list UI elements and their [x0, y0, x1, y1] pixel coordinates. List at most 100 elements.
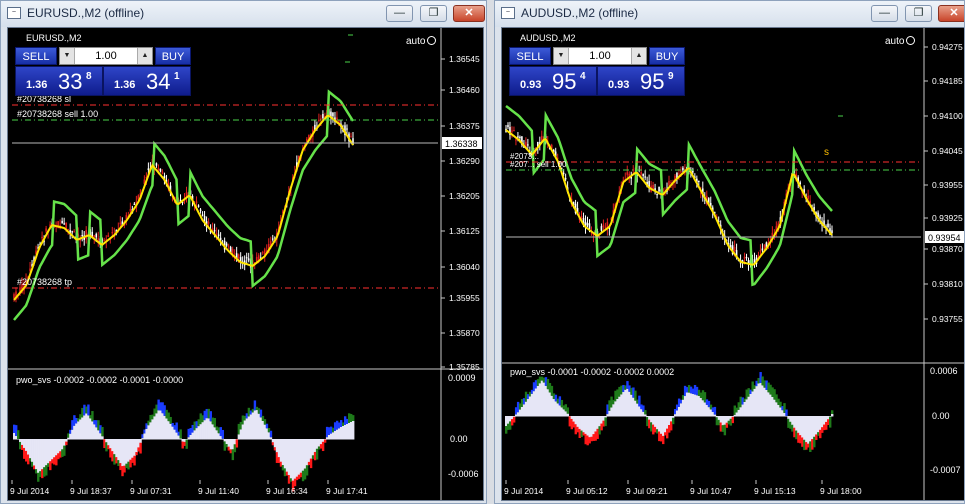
- ask-price-big: 1.36: [114, 79, 136, 91]
- indicator-scale-zero: 0.00: [932, 411, 950, 421]
- ask-price-fraction: 1: [174, 71, 180, 82]
- indicator-label: pwo_svs -0.0001 -0.0002 -0.0002 0.0002: [510, 367, 674, 377]
- lot-size-spinner[interactable]: ▼ 1.00 ▲: [59, 47, 153, 65]
- svg-text:1.36460: 1.36460: [449, 85, 480, 95]
- svg-text:0.94045: 0.94045: [932, 146, 963, 156]
- chart-area[interactable]: EURUSD.,M2 #20738268 sl #20738268 sell 1…: [7, 27, 484, 501]
- bid-price-button[interactable]: 0.93 95 4: [509, 66, 597, 96]
- window-title: EURUSD.,M2 (offline): [27, 6, 145, 20]
- svg-text:1.36125: 1.36125: [449, 226, 480, 236]
- ask-price-fraction: 9: [668, 71, 674, 82]
- indicator-histogram: [13, 399, 355, 492]
- lot-size-value[interactable]: 1.00: [568, 48, 632, 64]
- entry-label: #20738268 sell 1.00: [17, 109, 98, 119]
- svg-text:1.36545: 1.36545: [449, 54, 480, 64]
- minimize-button[interactable]: —: [871, 5, 898, 22]
- bid-price-button[interactable]: 1.36 33 8: [15, 66, 103, 96]
- symbol-label: AUDUSD.,M2: [520, 33, 576, 43]
- bid-price-big: 0.93: [520, 79, 542, 91]
- restore-button[interactable]: ❐: [420, 5, 447, 22]
- svg-text:9 Jul 07:31: 9 Jul 07:31: [130, 486, 172, 496]
- time-axis: 9 Jul 2014 9 Jul 18:37 9 Jul 07:31 9 Jul 11…: [10, 480, 368, 496]
- svg-text:9 Jul 05:12: 9 Jul 05:12: [566, 486, 608, 496]
- svg-text:9 Jul 11:40: 9 Jul 11:40: [198, 486, 239, 496]
- entry-label: #207... sell 1.00: [510, 160, 567, 169]
- restore-button[interactable]: ❐: [905, 5, 932, 22]
- svg-text:0.94100: 0.94100: [932, 111, 963, 121]
- bid-price-fraction: 8: [86, 71, 92, 82]
- bid-price-pips: 33: [58, 69, 83, 94]
- auto-label-text: auto: [406, 36, 426, 47]
- svg-text:1.36290: 1.36290: [449, 156, 480, 166]
- smiley-icon: [427, 36, 437, 45]
- chart-area[interactable]: AUDUSD.,M2 s #2073... #207... sell 1.00 …: [501, 27, 964, 501]
- indicator-scale-zero: 0.00: [450, 434, 468, 444]
- ask-price-pips: 34: [146, 69, 171, 94]
- sell-button[interactable]: SELL: [509, 47, 551, 65]
- take-profit-label: #20738268 tp: [17, 277, 72, 287]
- ask-price-button[interactable]: 1.36 34 1: [103, 66, 191, 96]
- svg-text:1.35785: 1.35785: [449, 362, 480, 372]
- lot-decrease-icon[interactable]: ▼: [60, 48, 75, 64]
- title-bar[interactable]: ~ EURUSD.,M2 (offline) — ❐ ✕: [1, 1, 486, 27]
- svg-text:9 Jul 15:13: 9 Jul 15:13: [754, 486, 796, 496]
- trade-panel: SELL ▼ 1.00 ▲ BUY 1.36 33 8 1.36 34 1: [15, 44, 191, 105]
- lot-decrease-icon[interactable]: ▼: [554, 48, 569, 64]
- buy-button[interactable]: BUY: [155, 47, 191, 65]
- chart-window-eurusd[interactable]: ~ EURUSD.,M2 (offline) — ❐ ✕ EURUSD.,M2 …: [0, 0, 487, 504]
- smiley-icon: [906, 36, 916, 45]
- close-button[interactable]: ✕: [938, 5, 964, 22]
- indicator-scale-top: 0.0006: [930, 366, 958, 376]
- lot-increase-icon[interactable]: ▲: [137, 48, 152, 64]
- lot-size-spinner[interactable]: ▼ 1.00 ▲: [553, 47, 647, 65]
- auto-label-text: auto: [885, 36, 905, 47]
- window-title: AUDUSD.,M2 (offline): [521, 6, 639, 20]
- svg-text:1.36040: 1.36040: [449, 262, 480, 272]
- svg-text:1.36375: 1.36375: [449, 121, 480, 131]
- trade-panel: SELL ▼ 1.00 ▲ BUY 0.93 95 4 0.93 95 9: [509, 44, 685, 105]
- time-axis: 9 Jul 2014 9 Jul 05:12 9 Jul 09:21 9 Jul 10…: [504, 480, 862, 496]
- current-price-label: 0.93954: [928, 233, 961, 243]
- envelope-line: [505, 105, 833, 287]
- sell-button[interactable]: SELL: [15, 47, 57, 65]
- svg-text:9 Jul 18:37: 9 Jul 18:37: [70, 486, 112, 496]
- indicator-scale-bottom: -0.0006: [448, 469, 479, 479]
- symbol-label: EURUSD.,M2: [26, 33, 82, 43]
- svg-text:1.36205: 1.36205: [449, 191, 480, 201]
- svg-text:9 Jul 16:34: 9 Jul 16:34: [266, 486, 308, 496]
- bid-price-pips: 95: [552, 69, 577, 94]
- svg-text:9 Jul 2014: 9 Jul 2014: [504, 486, 543, 496]
- lot-increase-icon[interactable]: ▲: [631, 48, 646, 64]
- svg-text:9 Jul 10:47: 9 Jul 10:47: [690, 486, 732, 496]
- bid-price-fraction: 4: [580, 71, 586, 82]
- ask-price-button[interactable]: 0.93 95 9: [597, 66, 685, 96]
- ask-price-pips: 95: [640, 69, 665, 94]
- sell-signal-marker: s: [824, 147, 829, 158]
- svg-text:0.93870: 0.93870: [932, 244, 963, 254]
- minimize-button[interactable]: —: [386, 5, 413, 22]
- bid-price-big: 1.36: [26, 79, 48, 91]
- svg-text:0.93925: 0.93925: [932, 213, 963, 223]
- indicator-histogram: [505, 372, 834, 453]
- auto-trading-label: auto: [885, 36, 916, 47]
- svg-text:9 Jul 17:41: 9 Jul 17:41: [326, 486, 368, 496]
- chart-window-audusd[interactable]: ~ AUDUSD.,M2 (offline) — ❐ ✕ AUDUSD.,M2 …: [494, 0, 965, 504]
- lot-size-value[interactable]: 1.00: [74, 48, 138, 64]
- chart-window-icon: ~: [501, 7, 515, 19]
- ask-price-big: 0.93: [608, 79, 630, 91]
- auto-trading-label: auto: [406, 36, 437, 47]
- title-bar[interactable]: ~ AUDUSD.,M2 (offline) — ❐ ✕: [495, 1, 964, 27]
- indicator-scale-top: 0.0009: [448, 373, 476, 383]
- svg-text:9 Jul 2014: 9 Jul 2014: [10, 486, 49, 496]
- svg-text:0.93810: 0.93810: [932, 279, 963, 289]
- buy-button[interactable]: BUY: [649, 47, 685, 65]
- svg-text:9 Jul 09:21: 9 Jul 09:21: [626, 486, 668, 496]
- indicator-label: pwo_svs -0.0002 -0.0002 -0.0001 -0.0000: [16, 375, 183, 385]
- price-axis: 1.36545 1.36460 1.36375 1.36290 1.36205 1.361…: [441, 54, 480, 372]
- svg-text:0.94185: 0.94185: [932, 76, 963, 86]
- current-price-label: 1.36338: [445, 139, 478, 149]
- svg-text:9 Jul 18:00: 9 Jul 18:00: [820, 486, 862, 496]
- close-button[interactable]: ✕: [453, 5, 485, 22]
- chart-window-icon: ~: [7, 7, 21, 19]
- candlesticks: [505, 121, 833, 271]
